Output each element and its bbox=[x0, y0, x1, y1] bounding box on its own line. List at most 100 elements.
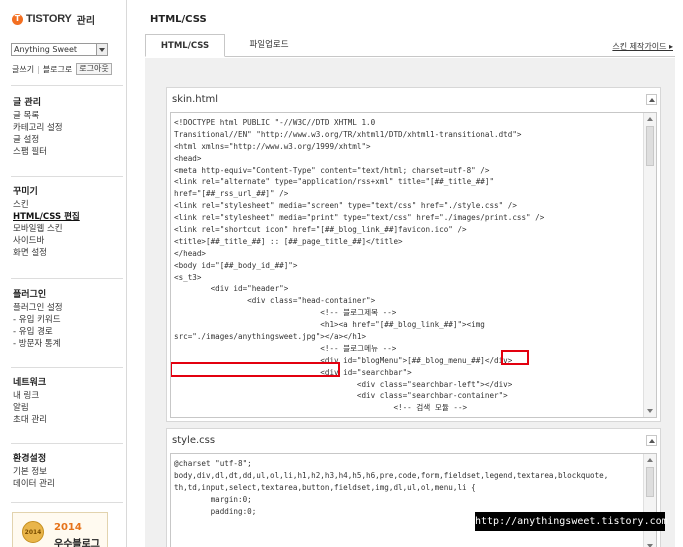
skin-html-editor[interactable]: <!DOCTYPE html PUBLIC "-//W3C//DTD XHTML… bbox=[170, 112, 657, 418]
sidebar-group-title: 네트워크 bbox=[13, 378, 47, 388]
sidebar-item-visitor-stats[interactable]: - 방문자 통계 bbox=[13, 338, 123, 350]
sidebar-item-skin[interactable]: 스킨 bbox=[13, 199, 123, 211]
award-name: 우수블로그 bbox=[54, 539, 100, 547]
code-line: <body id="[##_body_id_##]"> bbox=[174, 260, 298, 270]
scrollbar-thumb[interactable] bbox=[646, 467, 654, 497]
tistory-logo-icon: T bbox=[12, 13, 23, 25]
sidebar-divider bbox=[11, 367, 123, 368]
code-line: <link rel="stylesheet" media="screen" ty… bbox=[174, 201, 517, 211]
scroll-down-icon[interactable] bbox=[645, 541, 655, 547]
style-css-code[interactable]: @charset "utf-8"; body,div,dl,dt,dd,ul,ol… bbox=[171, 454, 642, 547]
sidebar-group-title: 글 관리 bbox=[13, 98, 41, 108]
sidebar: T TISTORY 관리 Anything Sweet 글쓰기 | 블로그로 로… bbox=[0, 0, 127, 547]
scrollbar-thumb[interactable] bbox=[646, 126, 654, 166]
code-line: <link rel="stylesheet" media="print" typ… bbox=[174, 213, 545, 223]
sidebar-item-post-settings[interactable]: 글 설정 bbox=[13, 134, 123, 146]
code-line: <title>[##_title_##] :: [##_page_title_#… bbox=[174, 236, 403, 246]
chevron-down-icon[interactable] bbox=[96, 44, 107, 55]
code-line: <!DOCTYPE html PUBLIC "-//W3C//DTD XHTML… bbox=[174, 118, 376, 127]
code-line: <link rel="alternate" type="application/… bbox=[174, 177, 495, 187]
sidebar-group-title: 환경설정 bbox=[13, 454, 47, 464]
sidebar-divider bbox=[11, 278, 123, 279]
sidebar-item-plugin-settings[interactable]: 플러그인 설정 bbox=[13, 302, 123, 314]
code-line: <!-- 블로그메뉴 --> bbox=[174, 343, 397, 353]
sidebar-group-preferences: 환경설정 기본 정보 데이터 관리 bbox=[13, 453, 123, 490]
sidebar-divider bbox=[11, 443, 123, 444]
sidebar-item-html-css-edit[interactable]: HTML/CSS 편집 bbox=[13, 211, 123, 223]
watermark: http://anythingsweet.tistory.com bbox=[475, 512, 668, 531]
sidebar-group-title: 꾸미기 bbox=[13, 187, 38, 197]
sidebar-item-sidebar[interactable]: 사이드바 bbox=[13, 235, 123, 247]
sidebar-item-basic-info[interactable]: 기본 정보 bbox=[13, 466, 123, 478]
separator: | bbox=[37, 64, 40, 74]
tab-bar: HTML/CSS 파일업로드 스킨 제작가이드 ▸ bbox=[145, 34, 675, 57]
tistory-logo[interactable]: T TISTORY 관리 bbox=[12, 11, 95, 27]
sidebar-item-post-list[interactable]: 글 목록 bbox=[13, 110, 123, 122]
code-line: <!-- 블로그제목 --> bbox=[174, 308, 397, 318]
go-to-blog-link[interactable]: 블로그로 bbox=[43, 64, 72, 75]
panel-header: skin.html bbox=[167, 88, 660, 110]
tab-file-upload[interactable]: 파일업로드 bbox=[239, 34, 299, 57]
skin-html-panel: skin.html <!DOCTYPE html PUBLIC "-//W3C/… bbox=[166, 87, 661, 422]
sidebar-item-my-links[interactable]: 내 링크 bbox=[13, 390, 123, 402]
code-line: <!-- 검색 모듈 --> bbox=[174, 403, 468, 413]
scroll-up-icon[interactable] bbox=[645, 114, 655, 124]
scrollbar[interactable] bbox=[643, 454, 656, 547]
sidebar-item-spam-filter[interactable]: 스팸 필터 bbox=[13, 146, 123, 158]
sidebar-group-title: 플러그인 bbox=[13, 290, 47, 300]
sidebar-group-design: 꾸미기 스킨 HTML/CSS 편집 모바일웹 스킨 사이드바 화면 설정 bbox=[13, 186, 123, 259]
scroll-up-icon[interactable] bbox=[645, 455, 655, 465]
collapse-icon[interactable] bbox=[646, 94, 657, 105]
tab-html-css[interactable]: HTML/CSS bbox=[145, 34, 225, 57]
logo-subtitle: 관리 bbox=[76, 15, 96, 27]
code-line: body,div,dl,dt,dd,ul,ol,li,h1,h2,h3,h4,h… bbox=[174, 470, 609, 480]
code-line: <link rel="shortcut icon" href="[##_blog… bbox=[174, 225, 467, 235]
highlight-box-img-src bbox=[171, 362, 340, 377]
logo-text: TISTORY bbox=[26, 13, 72, 25]
sidebar-item-display-settings[interactable]: 화면 설정 bbox=[13, 247, 123, 259]
sidebar-item-inflow-keywords[interactable]: - 유입 키워드 bbox=[13, 314, 123, 326]
code-line: <html xmlns="http://www.w3.org/1999/xhtm… bbox=[174, 141, 371, 151]
logout-button[interactable]: 로그아웃 bbox=[76, 63, 112, 75]
blog-select-value: Anything Sweet bbox=[14, 45, 77, 54]
collapse-icon[interactable] bbox=[646, 435, 657, 446]
panel-title: style.css bbox=[172, 435, 216, 446]
code-line: <div id="header"> bbox=[174, 284, 289, 294]
code-line: src="./images/anythingsweet.jpg"></a></h… bbox=[174, 332, 367, 342]
code-line: <s_t3> bbox=[174, 272, 202, 282]
sidebar-item-inflow-paths[interactable]: - 유입 경로 bbox=[13, 326, 123, 338]
sidebar-item-mobile-skin[interactable]: 모바일웹 스킨 bbox=[13, 223, 123, 235]
code-line: </head> bbox=[174, 248, 207, 258]
sidebar-item-invite-management[interactable]: 초대 관리 bbox=[13, 414, 123, 426]
code-line: margin:0; bbox=[174, 494, 252, 504]
award-year: 2014 bbox=[54, 522, 82, 533]
blog-select-dropdown[interactable]: Anything Sweet bbox=[11, 43, 108, 56]
scroll-down-icon[interactable] bbox=[645, 406, 655, 416]
code-line: Transitional//EN" "http://www.w3.org/TR/… bbox=[174, 129, 522, 139]
code-line: <head> bbox=[174, 153, 202, 163]
scrollbar[interactable] bbox=[643, 113, 656, 417]
code-line: <meta http-equiv="Content-Type" content=… bbox=[174, 165, 490, 175]
sidebar-group-network: 네트워크 내 링크 알림 초대 관리 bbox=[13, 377, 123, 426]
highlight-box-img-tag bbox=[501, 350, 529, 365]
sidebar-divider bbox=[11, 176, 123, 177]
code-line: @charset "utf-8"; bbox=[174, 459, 252, 468]
sidebar-item-notifications[interactable]: 알림 bbox=[13, 402, 123, 414]
sidebar-group-plugins: 플러그인 플러그인 설정 - 유입 키워드 - 유입 경로 - 방문자 통계 bbox=[13, 289, 123, 350]
page-title: HTML/CSS bbox=[150, 14, 207, 25]
editor-area: skin.html <!DOCTYPE html PUBLIC "-//W3C/… bbox=[145, 58, 675, 547]
panel-header: style.css bbox=[167, 429, 660, 451]
sidebar-divider bbox=[11, 502, 123, 503]
sidebar-group-posts: 글 관리 글 목록 카테고리 설정 글 설정 스팸 필터 bbox=[13, 97, 123, 158]
panel-title: skin.html bbox=[172, 94, 219, 105]
sidebar-item-category-settings[interactable]: 카테고리 설정 bbox=[13, 122, 123, 134]
sidebar-item-data-management[interactable]: 데이터 관리 bbox=[13, 478, 123, 490]
code-line: <div class="searchbar-container"> bbox=[174, 391, 508, 401]
code-line: <div class="searchbar-left"></div> bbox=[174, 379, 513, 389]
excellent-blog-badge[interactable]: 2014 2014 우수블로그 bbox=[12, 512, 108, 547]
code-line: <div class="head-container"> bbox=[174, 296, 376, 306]
style-css-editor[interactable]: @charset "utf-8"; body,div,dl,dt,dd,ul,ol… bbox=[170, 453, 657, 547]
medal-icon: 2014 bbox=[22, 521, 44, 543]
skin-guide-link[interactable]: 스킨 제작가이드 ▸ bbox=[612, 41, 673, 52]
write-post-link[interactable]: 글쓰기 bbox=[12, 64, 34, 75]
